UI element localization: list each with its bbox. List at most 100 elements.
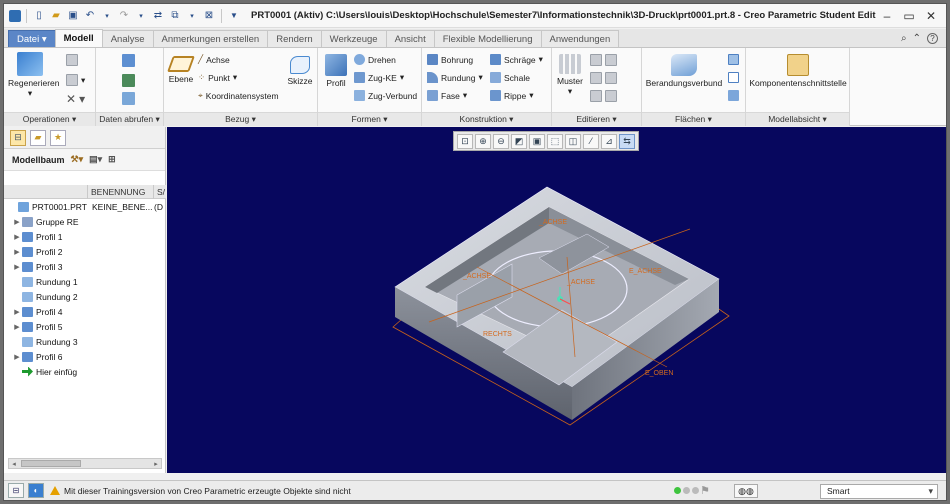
- tree-row[interactable]: Rundung 3: [4, 334, 166, 349]
- close-button[interactable]: ✕: [920, 7, 942, 25]
- find-icon[interactable]: ◍◍: [734, 484, 758, 498]
- customize-icon[interactable]: ▼: [227, 9, 241, 23]
- rippe-button[interactable]: Rippe ▾: [490, 90, 534, 101]
- open-icon[interactable]: ▰: [49, 9, 63, 23]
- graphics-viewport[interactable]: ⊡ ⊕ ⊖ ◩ ▣ ⬚ ◫ ⁄ ⊿ ⇆ _ACHSE _ACHSE E_ACHS…: [167, 127, 946, 473]
- group-label-konstruktion[interactable]: Konstruktion ▾: [422, 112, 551, 126]
- profil-button[interactable]: Profil: [321, 54, 351, 88]
- expand-arrow-icon[interactable]: ▶: [12, 353, 22, 361]
- help-icon[interactable]: ?: [927, 33, 938, 44]
- tab-datei[interactable]: Datei ▾: [8, 30, 56, 47]
- bohrung-button[interactable]: Bohrung: [427, 54, 473, 65]
- group-label-operationen[interactable]: Operationen ▾: [4, 112, 95, 126]
- dropdown-icon[interactable]: ▾: [100, 9, 114, 23]
- show-icon[interactable]: ▤▾: [89, 154, 102, 165]
- copy-button[interactable]: [66, 54, 78, 66]
- tree-row[interactable]: ▶ Profil 2: [4, 244, 166, 259]
- search-icon[interactable]: ⌕: [901, 33, 907, 44]
- group-label-daten[interactable]: Daten abrufen ▾: [96, 112, 163, 126]
- punkt-button[interactable]: ⁘ Punkt ▾: [198, 72, 237, 83]
- tree-horizontal-scrollbar[interactable]: ◂ ▸: [8, 458, 162, 469]
- ebene-button[interactable]: Ebene: [166, 56, 196, 84]
- tab-modell[interactable]: Modell: [54, 29, 103, 47]
- schale-button[interactable]: Schale: [490, 72, 530, 83]
- tab-analyse[interactable]: Analyse: [101, 30, 154, 47]
- rundung-button[interactable]: Rundung ▾: [427, 72, 483, 83]
- skizze-button[interactable]: Skizze: [286, 56, 314, 86]
- folder-browser-tab-icon[interactable]: ▰: [30, 129, 46, 146]
- berandungsverbund-button[interactable]: Berandungsverbund: [644, 54, 724, 88]
- expand-arrow-icon[interactable]: ▶: [12, 233, 22, 241]
- mirror-button[interactable]: [590, 54, 617, 66]
- group-label-formen[interactable]: Formen ▾: [318, 112, 421, 126]
- show-browser-icon[interactable]: ◐: [28, 483, 44, 498]
- tree-filter-icon[interactable]: ⊞: [108, 154, 116, 165]
- tab-anmerkungen[interactable]: Anmerkungen erstellen: [152, 30, 269, 47]
- tab-rendern[interactable]: Rendern: [267, 30, 322, 47]
- tree-row[interactable]: ▶ Profil 3: [4, 259, 166, 274]
- delete-button[interactable]: ✕ ▾: [66, 92, 85, 106]
- regenerate-icon[interactable]: ⇄: [151, 9, 165, 23]
- tree-row[interactable]: Rundung 2: [4, 289, 166, 304]
- tree-row[interactable]: ▶ Profil 6: [4, 349, 166, 364]
- selection-filter-select[interactable]: Smart: [820, 484, 938, 499]
- fill-button[interactable]: [728, 54, 739, 65]
- paste-button[interactable]: ▾: [66, 74, 85, 86]
- group-label-modellabsicht[interactable]: Modellabsicht ▾: [746, 112, 849, 126]
- tree-row[interactable]: Hier einfüg: [4, 364, 166, 379]
- undo-icon[interactable]: ↶: [83, 9, 97, 23]
- muster-button[interactable]: Muster ▾: [554, 54, 586, 97]
- save-icon[interactable]: ▣: [66, 9, 80, 23]
- expand-arrow-icon[interactable]: ▶: [12, 248, 22, 256]
- redo-icon[interactable]: ↷: [117, 9, 131, 23]
- expand-arrow-icon[interactable]: ▶: [12, 218, 22, 226]
- tab-flexible-modellierung[interactable]: Flexible Modellierung: [433, 30, 542, 47]
- tab-werkzeuge[interactable]: Werkzeuge: [320, 30, 387, 47]
- user-defined-feature-button[interactable]: [122, 54, 135, 67]
- maximize-button[interactable]: ▭: [898, 7, 920, 25]
- tab-ansicht[interactable]: Ansicht: [385, 30, 435, 47]
- minimize-button[interactable]: –: [876, 7, 898, 25]
- drehen-button[interactable]: Drehen: [354, 54, 396, 65]
- dropdown-icon[interactable]: ▾: [134, 9, 148, 23]
- model-tree-tab-icon[interactable]: ⊟: [10, 129, 26, 146]
- new-icon[interactable]: ▯: [32, 9, 46, 23]
- group-label-editieren[interactable]: Editieren ▾: [552, 112, 641, 126]
- show-navigator-icon[interactable]: ⊟: [8, 483, 24, 498]
- zug-verbund-button[interactable]: Zug-Verbund: [354, 90, 417, 101]
- freestyle-button[interactable]: [728, 90, 739, 101]
- achse-button[interactable]: ╱ Achse: [198, 54, 230, 65]
- tab-anwendungen[interactable]: Anwendungen: [540, 30, 620, 47]
- collapse-ribbon-icon[interactable]: ⌃: [913, 33, 921, 44]
- tree-row[interactable]: ▶ Profil 4: [4, 304, 166, 319]
- regenerieren-button[interactable]: Regenerieren ▾: [8, 52, 60, 99]
- schraege-button[interactable]: Schräge ▾: [490, 54, 543, 65]
- group-label-bezug[interactable]: Bezug ▾: [164, 112, 317, 126]
- tree-settings-icon[interactable]: ⚒▾: [71, 154, 84, 165]
- column-s[interactable]: S/: [154, 185, 166, 199]
- expand-arrow-icon[interactable]: ▶: [12, 323, 22, 331]
- style-button[interactable]: [728, 72, 739, 83]
- favorites-tab-icon[interactable]: ★: [50, 129, 66, 146]
- trim-button[interactable]: [590, 72, 617, 84]
- copy-geometry-button[interactable]: [122, 74, 135, 87]
- fase-button[interactable]: Fase ▾: [427, 90, 467, 101]
- tree-row[interactable]: ▶ Profil 1: [4, 229, 166, 244]
- zug-ke-button[interactable]: Zug-KE ▾: [354, 72, 404, 83]
- koordinatensystem-button[interactable]: ⌖ Koordinatensystem: [198, 90, 279, 101]
- tree-row[interactable]: ▶ Profil 5: [4, 319, 166, 334]
- komponentenschnittstelle-button[interactable]: Komponentenschnittstelle: [748, 54, 848, 88]
- dropdown-icon[interactable]: ▾: [185, 9, 199, 23]
- close-window-icon[interactable]: ⊠: [202, 9, 216, 23]
- shrinkwrap-button[interactable]: [122, 92, 135, 105]
- expand-arrow-icon[interactable]: ▶: [12, 263, 22, 271]
- tree-row[interactable]: ▶ Gruppe RE: [4, 214, 166, 229]
- flag-icon[interactable]: ⚑: [700, 484, 710, 497]
- column-benennung[interactable]: BENENNUNG: [88, 185, 154, 199]
- expand-arrow-icon[interactable]: ▶: [12, 308, 22, 316]
- tree-row-part[interactable]: PRT0001.PRT KEINE_BENE... (D: [4, 199, 166, 214]
- merge-button[interactable]: [590, 90, 617, 102]
- windows-icon[interactable]: ⧉: [168, 9, 182, 23]
- tree-row[interactable]: Rundung 1: [4, 274, 166, 289]
- group-label-flaechen[interactable]: Flächen ▾: [642, 112, 745, 126]
